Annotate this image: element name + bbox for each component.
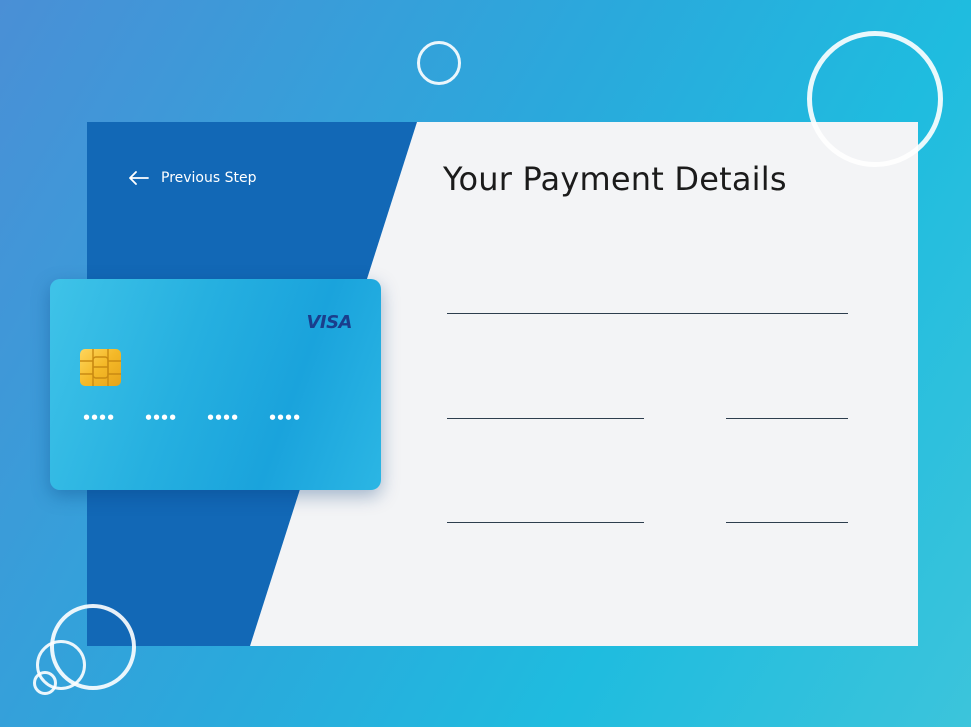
card-number-group: •••• bbox=[144, 409, 177, 427]
page-title: Your Payment Details bbox=[443, 160, 787, 198]
credit-card: VISA •••• •••• •••• •••• bbox=[50, 279, 381, 490]
card-holder-field[interactable] bbox=[447, 286, 848, 314]
card-holder-input[interactable] bbox=[447, 286, 848, 313]
decorative-circle bbox=[807, 31, 943, 167]
previous-step-label: Previous Step bbox=[161, 170, 257, 186]
decorative-circle bbox=[417, 41, 461, 85]
card-number-group: •••• bbox=[206, 409, 239, 427]
card-number-group: •••• bbox=[82, 409, 115, 427]
cvv-field[interactable] bbox=[726, 495, 848, 523]
chip-icon bbox=[80, 349, 121, 386]
card-number-input[interactable] bbox=[447, 391, 644, 418]
previous-step-button[interactable]: Previous Step bbox=[129, 170, 257, 186]
card-number-group: •••• bbox=[268, 409, 301, 427]
expiry-input[interactable] bbox=[726, 391, 848, 418]
billing-input[interactable] bbox=[447, 495, 644, 522]
card-number-display: •••• •••• •••• •••• bbox=[82, 409, 330, 427]
arrow-left-icon bbox=[129, 171, 149, 185]
decorative-circle bbox=[33, 671, 57, 695]
expiry-field[interactable] bbox=[726, 391, 848, 419]
cvv-input[interactable] bbox=[726, 495, 848, 522]
billing-field[interactable] bbox=[447, 495, 644, 523]
card-brand-logo: VISA bbox=[306, 312, 352, 333]
card-number-field[interactable] bbox=[447, 391, 644, 419]
